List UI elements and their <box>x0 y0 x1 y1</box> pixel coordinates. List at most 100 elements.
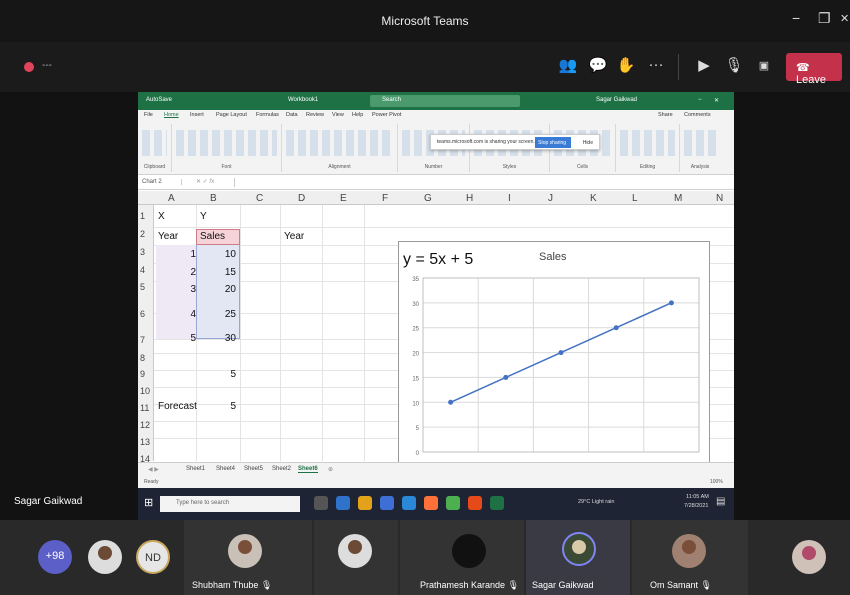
tab-review[interactable]: Review <box>306 112 324 118</box>
excel-close[interactable]: ✕ <box>714 97 719 104</box>
mail-icon[interactable] <box>402 496 416 510</box>
worksheet-grid[interactable]: A B C D E F G H I J K L M N 1 2 3 4 5 6 … <box>138 191 734 465</box>
overflow-participants-badge[interactable]: +98 <box>38 540 72 574</box>
cell-a7[interactable]: 5 <box>154 333 196 344</box>
tab-page-layout[interactable]: Page Layout <box>216 112 247 118</box>
cell-b4[interactable]: 15 <box>194 267 236 278</box>
col-header-i[interactable]: I <box>508 193 511 204</box>
chrome-icon[interactable] <box>446 496 460 510</box>
cell-a4[interactable]: 2 <box>154 267 196 278</box>
row-header-8[interactable]: 8 <box>140 353 145 363</box>
cell-b3[interactable]: 10 <box>194 249 236 260</box>
reactions-icon[interactable]: ✋ <box>614 56 638 74</box>
col-header-j[interactable]: J <box>548 193 553 204</box>
col-header-h[interactable]: H <box>466 193 473 204</box>
sheet-tab-active[interactable]: Sheet6 <box>298 466 318 473</box>
sheet-tab-3[interactable]: Sheet5 <box>244 466 263 472</box>
tab-data[interactable]: Data <box>286 112 298 118</box>
cell-a11[interactable]: Forecast <box>158 401 197 412</box>
cell-a3[interactable]: 1 <box>154 249 196 260</box>
formula-input[interactable] <box>234 178 714 187</box>
participant-tile[interactable]: Om Samant 🎙 <box>632 520 748 595</box>
more-actions-icon[interactable]: ··· <box>644 56 668 73</box>
hide-button[interactable]: Hide <box>583 140 593 146</box>
cell-a2[interactable]: Year <box>158 231 178 242</box>
comments-button[interactable]: Comments <box>684 112 711 118</box>
participant-tile[interactable]: Prathamesh Karande 🎙 <box>400 520 524 595</box>
file-explorer-icon[interactable] <box>358 496 372 510</box>
row-header-5[interactable]: 5 <box>140 282 145 292</box>
row-header-9[interactable]: 9 <box>140 369 145 379</box>
tab-home[interactable]: Home <box>164 112 179 118</box>
col-header-c[interactable]: C <box>256 193 263 204</box>
cell-b2[interactable]: Sales <box>200 231 225 242</box>
col-header-l[interactable]: L <box>632 193 638 204</box>
weather-widget[interactable]: 29°C Light rain <box>578 499 614 505</box>
col-header-a[interactable]: A <box>168 193 175 204</box>
cell-a5[interactable]: 3 <box>154 284 196 295</box>
stop-sharing-button[interactable]: Stop sharing <box>535 137 571 148</box>
ribbon-group-analysis[interactable]: Analysis <box>680 124 720 172</box>
edge-icon[interactable] <box>336 496 350 510</box>
sheet-tab-2[interactable]: Sheet4 <box>216 466 235 472</box>
tab-insert[interactable]: Insert <box>190 112 204 118</box>
sheet-tab-4[interactable]: Sheet2 <box>272 466 291 472</box>
taskbar-search[interactable]: Type here to search <box>160 496 300 512</box>
ribbon-group-editing[interactable]: Editing <box>616 124 680 172</box>
participant-tile[interactable]: Shubham Thube 🎙 <box>184 520 312 595</box>
col-header-g[interactable]: G <box>424 193 432 204</box>
autosave-label[interactable]: AutoSave <box>146 97 172 103</box>
cell-a1[interactable]: X <box>158 211 165 222</box>
col-header-d[interactable]: D <box>298 193 305 204</box>
name-box[interactable]: Chart 2 <box>142 179 182 185</box>
share-tray-icon[interactable]: ▣ <box>752 59 776 72</box>
cell-b11[interactable]: 5 <box>194 401 236 412</box>
row-header-6[interactable]: 6 <box>140 309 145 319</box>
mic-off-icon[interactable]: 🎙 <box>722 56 746 74</box>
col-header-f[interactable]: F <box>382 193 388 204</box>
row-header-13[interactable]: 13 <box>140 437 150 447</box>
ribbon-group-clipboard[interactable]: Clipboard <box>138 124 172 172</box>
row-header-3[interactable]: 3 <box>140 247 145 257</box>
ribbon-group-alignment[interactable]: Alignment <box>282 124 398 172</box>
cell-b1[interactable]: Y <box>200 211 207 222</box>
row-header-2[interactable]: 2 <box>140 229 145 239</box>
close-button[interactable]: ✕ <box>840 12 849 25</box>
cell-b6[interactable]: 25 <box>194 309 236 320</box>
col-header-n[interactable]: N <box>716 193 723 204</box>
col-header-k[interactable]: K <box>590 193 597 204</box>
participant-avatar[interactable] <box>88 540 122 574</box>
col-header-m[interactable]: M <box>674 193 682 204</box>
store-icon[interactable] <box>380 496 394 510</box>
app-icon[interactable] <box>468 496 482 510</box>
cell-b9[interactable]: 5 <box>194 369 236 380</box>
tab-view[interactable]: View <box>332 112 344 118</box>
excel-search-box[interactable]: Search <box>370 95 520 107</box>
embedded-chart[interactable]: y = 5x + 5 Sales 0 5 10 15 20 25 30 35 <box>398 241 710 465</box>
row-header-7[interactable]: 7 <box>140 335 145 345</box>
row-header-12[interactable]: 12 <box>140 420 150 430</box>
notification-icon[interactable]: ▤ <box>716 496 725 507</box>
ribbon-group-font[interactable]: Font <box>172 124 282 172</box>
chat-icon[interactable]: 💬 <box>586 56 610 74</box>
col-header-e[interactable]: E <box>340 193 347 204</box>
task-view-icon[interactable] <box>314 496 328 510</box>
camera-off-icon[interactable]: ▶ <box>692 56 716 74</box>
row-header-10[interactable]: 10 <box>140 386 150 396</box>
cell-a6[interactable]: 4 <box>154 309 196 320</box>
participant-tile[interactable] <box>314 520 398 595</box>
zoom-level[interactable]: 100% <box>710 479 723 485</box>
cell-b7[interactable]: 30 <box>194 333 236 344</box>
participants-icon[interactable]: 👥 <box>556 56 580 74</box>
firefox-icon[interactable] <box>424 496 438 510</box>
windows-start-icon[interactable]: ⊞ <box>144 496 153 509</box>
sheet-tab-1[interactable]: Sheet1 <box>186 466 205 472</box>
tab-file[interactable]: File <box>144 112 153 118</box>
tab-power-pivot[interactable]: Power Pivot <box>372 112 401 118</box>
row-header-11[interactable]: 11 <box>140 403 149 413</box>
row-header-4[interactable]: 4 <box>140 265 145 275</box>
minimize-button[interactable]: − <box>792 10 800 26</box>
share-button[interactable]: Share <box>658 112 673 118</box>
col-header-b[interactable]: B <box>210 193 217 204</box>
participant-initials-avatar[interactable]: ND <box>136 540 170 574</box>
